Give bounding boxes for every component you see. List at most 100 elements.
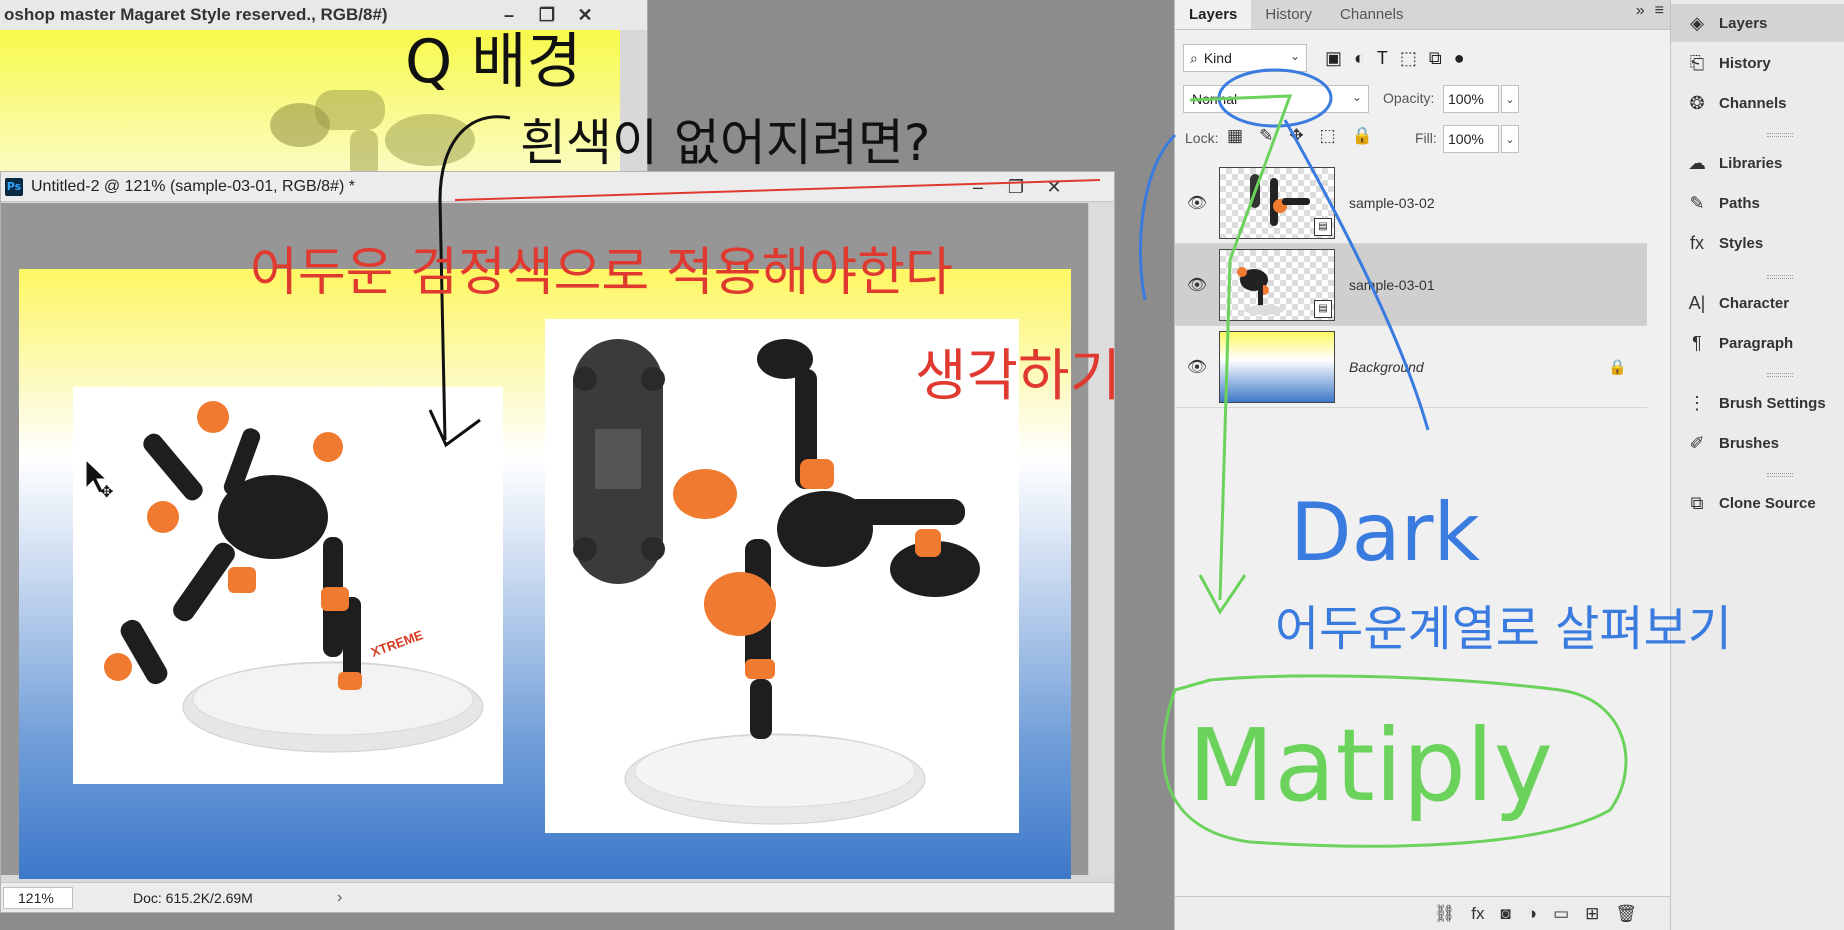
status-menu-arrow-icon[interactable]: ›: [337, 889, 342, 907]
strip-item-history[interactable]: ⎗ History: [1671, 44, 1844, 82]
panel-tabs: Layers History Channels » ≡: [1175, 0, 1670, 30]
fill-field[interactable]: 100%: [1443, 125, 1499, 153]
fill-dropdown-icon[interactable]: ⌄: [1501, 125, 1519, 153]
layer-name[interactable]: sample-03-01: [1349, 277, 1435, 293]
strip-divider: [1767, 133, 1793, 137]
link-layers-icon[interactable]: ⛓: [1434, 904, 1456, 924]
lock-label: Lock:: [1185, 130, 1219, 146]
strip-item-brush-settings[interactable]: ⋮ Brush Settings: [1671, 384, 1844, 422]
strip-item-libraries[interactable]: ☁ Libraries: [1671, 144, 1844, 182]
canvas-workarea[interactable]: XTREME: [1, 203, 1089, 879]
collapse-panel-icon[interactable]: »: [1636, 2, 1645, 20]
vertical-scrollbar[interactable]: [1088, 203, 1114, 875]
zoom-level-field[interactable]: 121%: [3, 886, 73, 909]
filter-toggle-icon[interactable]: ●: [1454, 48, 1465, 69]
strip-divider: [1767, 373, 1793, 377]
lock-image-pixels-icon[interactable]: ✎: [1259, 126, 1273, 146]
back-window-titlebar[interactable]: oshop master Magaret Style reserved., RG…: [0, 0, 647, 30]
status-bar: 121% Doc: 615.2K/2.69M ›: [1, 882, 1114, 912]
visibility-eye-icon[interactable]: 👁: [1175, 193, 1219, 213]
strip-item-channels[interactable]: ❂ Channels: [1671, 84, 1844, 122]
layer-name[interactable]: Background: [1349, 359, 1424, 375]
opacity-dropdown-icon[interactable]: ⌄: [1501, 85, 1519, 113]
strip-label: Styles: [1719, 234, 1764, 252]
chevron-down-icon: ⌄: [1351, 90, 1362, 104]
active-document-window[interactable]: Ps Untitled-2 @ 121% (sample-03-01, RGB/…: [0, 171, 1115, 913]
layer-style-fx-icon[interactable]: fx: [1471, 904, 1484, 924]
character-icon: A|: [1688, 292, 1706, 313]
strip-item-paragraph[interactable]: ¶ Paragraph: [1671, 324, 1844, 362]
layers-panel-footer: ⛓ fx ◙ ◑ ▭ ⊞ 🗑: [1175, 896, 1671, 930]
restore-button[interactable]: ❐: [528, 2, 566, 28]
filter-smart-object-icon[interactable]: ⧉: [1429, 48, 1442, 69]
layer-row-sample-03-01[interactable]: 👁 ▤ sample-03-01: [1175, 244, 1647, 326]
lock-icon: 🔒: [1608, 358, 1627, 376]
filter-shape-icon[interactable]: ⬚: [1400, 48, 1417, 69]
strip-label: Paragraph: [1719, 334, 1794, 352]
tab-history[interactable]: History: [1251, 0, 1326, 29]
restore-button[interactable]: ❐: [997, 174, 1035, 200]
tab-layers[interactable]: Layers: [1175, 0, 1252, 29]
add-mask-icon[interactable]: ◙: [1501, 904, 1511, 924]
layers-panel: Layers History Channels » ≡ ⌕ Kind ⌄ ▣ ◐…: [1174, 0, 1671, 930]
close-button[interactable]: ✕: [566, 2, 604, 28]
back-canvas-figure: [270, 90, 475, 178]
opacity-label: Opacity:: [1383, 90, 1435, 106]
strip-item-character[interactable]: A| Character: [1671, 284, 1844, 322]
front-window-titlebar[interactable]: Ps Untitled-2 @ 121% (sample-03-01, RGB/…: [1, 172, 1114, 202]
strip-item-layers[interactable]: ◈ Layers: [1671, 4, 1844, 42]
lock-transparency-icon[interactable]: ▦: [1227, 126, 1243, 146]
new-group-icon[interactable]: ▭: [1553, 904, 1569, 924]
filter-type-icon[interactable]: T: [1377, 48, 1388, 69]
visibility-eye-icon[interactable]: 👁: [1175, 357, 1219, 377]
strip-label: Brush Settings: [1719, 394, 1826, 412]
channels-icon: ❂: [1689, 92, 1705, 113]
layer-filter-kind-select[interactable]: ⌕ Kind ⌄: [1183, 44, 1307, 72]
back-window-title: oshop master Magaret Style reserved., RG…: [4, 5, 388, 24]
layers-icon: ◈: [1690, 12, 1704, 33]
strip-label: Layers: [1719, 14, 1768, 32]
strip-divider: [1767, 473, 1793, 477]
strip-divider: [1767, 275, 1793, 279]
layer-row-sample-03-02[interactable]: 👁 ▤ sample-03-02: [1175, 162, 1647, 244]
strip-item-clone-source[interactable]: ⧉ Clone Source: [1671, 484, 1844, 522]
layer-image-sample-03-01[interactable]: XTREME: [73, 387, 503, 784]
paragraph-icon: ¶: [1692, 332, 1702, 353]
strip-label: Clone Source: [1719, 494, 1816, 512]
search-icon: ⌕: [1190, 49, 1198, 66]
background-document-window[interactable]: oshop master Magaret Style reserved., RG…: [0, 0, 648, 180]
layer-image-sample-03-02[interactable]: [545, 319, 1019, 833]
layer-row-background[interactable]: 👁 Background 🔒: [1175, 326, 1647, 408]
libraries-cloud-icon: ☁: [1688, 152, 1706, 173]
opacity-field[interactable]: 100%: [1443, 85, 1499, 113]
document-canvas[interactable]: XTREME: [19, 269, 1071, 879]
filter-adjustment-icon[interactable]: ◐: [1354, 48, 1365, 69]
brush-settings-icon: ⋮: [1688, 392, 1706, 413]
minimize-button[interactable]: –: [959, 174, 997, 200]
back-document-canvas[interactable]: [0, 30, 620, 180]
strip-label: Libraries: [1719, 154, 1783, 172]
paths-pen-icon: ✎: [1689, 192, 1705, 213]
blend-mode-value: Normal: [1192, 91, 1238, 107]
lock-all-icon[interactable]: 🔒: [1352, 126, 1373, 146]
robot-figure-right: [573, 339, 980, 825]
strip-item-paths[interactable]: ✎ Paths: [1671, 184, 1844, 222]
strip-item-styles[interactable]: fx Styles: [1671, 224, 1844, 262]
visibility-eye-icon[interactable]: 👁: [1175, 275, 1219, 295]
panel-menu-icon[interactable]: ≡: [1655, 2, 1664, 20]
adjustment-layer-icon[interactable]: ◑: [1527, 904, 1537, 924]
close-button[interactable]: ✕: [1035, 174, 1073, 200]
lock-position-icon[interactable]: ✥: [1289, 126, 1303, 146]
trash-icon[interactable]: 🗑: [1615, 904, 1637, 924]
layer-thumbnail: ▤: [1219, 166, 1335, 239]
minimize-button[interactable]: –: [490, 2, 528, 28]
layer-name[interactable]: sample-03-02: [1349, 195, 1435, 211]
collapsed-panels-strip: ◈ Layers ⎗ History ❂ Channels ☁ Librarie…: [1670, 0, 1844, 930]
lock-artboard-icon[interactable]: ⬚: [1320, 126, 1336, 146]
strip-item-brushes[interactable]: ✐ Brushes: [1671, 424, 1844, 462]
filter-pixel-icon[interactable]: ▣: [1325, 48, 1342, 69]
photoshop-app-icon: Ps: [5, 177, 23, 196]
blend-mode-select[interactable]: Normal ⌄: [1183, 85, 1369, 113]
new-layer-icon[interactable]: ⊞: [1585, 904, 1599, 924]
tab-channels[interactable]: Channels: [1326, 0, 1417, 29]
